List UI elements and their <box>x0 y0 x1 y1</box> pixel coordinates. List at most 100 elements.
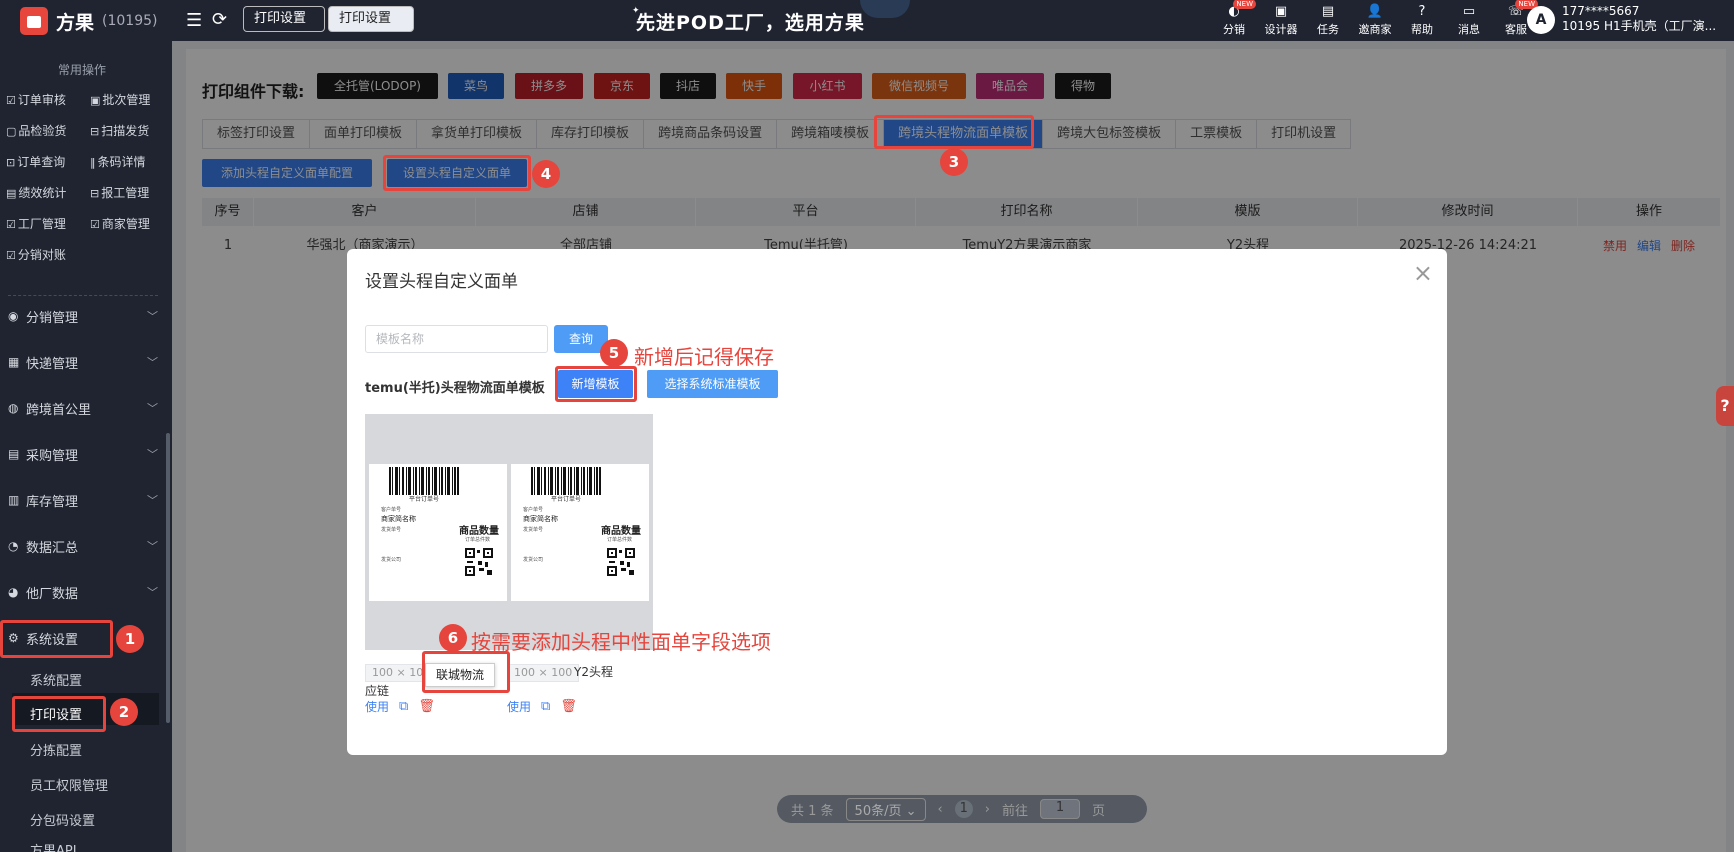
use-link[interactable]: 使用 <box>365 698 389 715</box>
top-icon-designer[interactable]: ▣ 设计器 <box>1263 2 1299 37</box>
template-card[interactable]: 平台订单号 客户单号 商家简名称 发货单号 商品数量 订单总件数 发货公司 <box>365 414 511 650</box>
task-icon: ▤ <box>1321 4 1335 19</box>
trash-icon[interactable]: 🗑 <box>560 699 577 714</box>
top-icon-invite[interactable]: 👤 邀商家 <box>1357 2 1393 37</box>
top-icon-message[interactable]: ▭ 消息 <box>1451 2 1487 37</box>
slogan: 先进POD工厂，选用方果 <box>636 12 865 34</box>
select-system-template-button[interactable]: 选择系统标准模板 <box>647 370 778 398</box>
inspect-icon: ▢ <box>6 125 17 138</box>
annotation-highlight-tooltip <box>422 651 510 693</box>
custom-waybill-modal: 设置头程自定义面单 × 查询 temu(半托)头程物流面单模板 新增模板 选择系… <box>347 249 1447 755</box>
qr-code-graphic <box>465 548 493 576</box>
quick-op-label: 条码详情 <box>97 155 146 169</box>
top-icon-help[interactable]: ? 帮助 <box>1404 2 1440 37</box>
annotation-step-4: 4 <box>532 160 560 188</box>
label-qty: 商品数量 <box>601 526 641 537</box>
sidebar-sub-api[interactable]: 方果API <box>30 840 77 852</box>
quick-op-order-query[interactable]: ⊡ 订单查询 <box>6 153 65 170</box>
menu-toggle-icon[interactable]: ☰ <box>186 10 202 31</box>
sidebar-menu-label: 采购管理 <box>26 448 79 464</box>
sidebar-menu-other-factory[interactable]: ◕ 他厂数据 ﹀ <box>8 575 158 609</box>
label-small-text: 发货公司 <box>381 557 402 563</box>
quick-op-barcode[interactable]: ‖ 条码详情 <box>90 153 146 170</box>
sidebar-sub-sorting[interactable]: 分拣配置 <box>30 740 82 759</box>
top-tab-print-settings[interactable]: 打印设置 <box>243 6 325 32</box>
chevron-down-icon: ⌄ <box>905 803 917 819</box>
brand-logo[interactable]: 方果 (10195) <box>20 7 157 35</box>
label-small-text: 发货单号 <box>381 527 402 533</box>
sidebar-sub-system-config[interactable]: 系统配置 <box>30 670 82 689</box>
pie-chart-icon: ◕ <box>8 585 19 599</box>
page-unit: 页 <box>1091 803 1105 819</box>
barcode-graphic <box>389 467 459 495</box>
card-name: 应链 <box>365 684 390 698</box>
quick-op-merchant[interactable]: ☑ 商家管理 <box>90 215 150 232</box>
chevron-down-icon: ﹀ <box>147 494 158 507</box>
template-card[interactable]: 平台订单号 客户单号 商家简名称 发货单号 商品数量 订单总件数 发货公司 <box>507 414 653 650</box>
sidebar-menu-label: 数据汇总 <box>26 540 79 556</box>
prev-page-icon[interactable]: ‹ <box>938 802 943 817</box>
annotation-step-3: 3 <box>940 148 968 176</box>
quick-op-report[interactable]: ⊟ 报工管理 <box>90 184 149 201</box>
next-page-icon[interactable]: › <box>985 802 990 817</box>
page-size-select[interactable]: 50条/页 ⌄ <box>845 797 926 821</box>
trash-icon[interactable]: 🗑 <box>418 699 435 714</box>
top-icon-bar: ◐ NEW 分销 ▣ 设计器 ▤ 任务 👤 邀商家 ? 帮助 ▭ 消息 ☏ NE… <box>1216 0 1538 37</box>
label-small-text: 发货公司 <box>523 557 544 563</box>
user-name: 10195 H1手机壳（工厂演... <box>1562 19 1717 33</box>
pie-chart-icon: ◔ <box>8 539 19 553</box>
annotation-step-1: 1 <box>116 625 144 653</box>
sidebar-menu-purchase[interactable]: ▤ 采购管理 ﹀ <box>8 437 158 471</box>
use-link[interactable]: 使用 <box>507 698 531 715</box>
top-bar: 方果 (10195) ☰ ⟳ 打印设置 打印设置 ✦ 先进POD工厂，选用方果 … <box>0 0 1734 41</box>
quick-op-scan-ship[interactable]: ⊟ 扫描发货 <box>90 122 149 139</box>
floating-help-icon[interactable]: ? <box>1716 386 1734 426</box>
goto-input[interactable]: 1 <box>1039 799 1080 819</box>
barcode-icon: ‖ <box>90 156 96 169</box>
label-small-text: 订单总件数 <box>607 537 633 543</box>
sidebar-menu-inventory[interactable]: ▥ 库存管理 ﹀ <box>8 483 158 517</box>
sidebar-menu-distribution[interactable]: ◉ 分销管理 ﹀ <box>8 299 158 333</box>
annotation-step-2: 2 <box>110 698 138 726</box>
sidebar-sub-package-code[interactable]: 分包码设置 <box>30 810 95 829</box>
scan-icon: ⊟ <box>90 125 100 138</box>
chevron-down-icon: ﹀ <box>147 540 158 553</box>
sidebar-menu-label: 他厂数据 <box>26 586 79 602</box>
sidebar-menu-express[interactable]: ▦ 快递管理 ﹀ <box>8 345 158 379</box>
merchant-icon: ☑ <box>90 218 100 231</box>
sidebar-menu-data-summary[interactable]: ◔ 数据汇总 ﹀ <box>8 529 158 563</box>
decorative-glow <box>860 0 910 18</box>
copy-icon[interactable]: ⧉ <box>541 699 550 714</box>
quick-op-factory[interactable]: ☑ 工厂管理 <box>6 215 66 232</box>
checkbox-icon: ☑ <box>6 94 16 107</box>
sidebar-sub-staff-permissions[interactable]: 员工权限管理 <box>30 775 108 794</box>
sidebar-section-title: 常用操作 <box>57 63 106 77</box>
chevron-down-icon: ﹀ <box>147 310 158 323</box>
refresh-icon[interactable]: ⟳ <box>212 9 227 30</box>
quick-op-performance[interactable]: ▤ 绩效统计 <box>6 184 66 201</box>
top-icon-label: 消息 <box>1458 23 1480 36</box>
quick-op-inspect[interactable]: ▢ 品检验货 <box>6 122 66 139</box>
card-actions: 使用 ⧉ 🗑 <box>507 698 577 715</box>
stats-icon: ▤ <box>6 187 17 200</box>
user-info[interactable]: 177****5667 10195 H1手机壳（工厂演... <box>1562 4 1732 34</box>
top-icon-task[interactable]: ▤ 任务 <box>1310 2 1346 37</box>
quick-op-order-review[interactable]: ☑ 订单审核 <box>6 91 66 108</box>
top-tab-print-settings-active[interactable]: 打印设置 <box>328 6 414 32</box>
template-name-input[interactable] <box>365 325 548 353</box>
avatar[interactable]: A <box>1527 6 1555 34</box>
label-preview: 平台订单号 客户单号 商家简名称 发货单号 商品数量 订单总件数 发货公司 <box>369 464 507 601</box>
brand-icon <box>20 7 48 35</box>
sidebar-scrollbar[interactable] <box>166 433 170 723</box>
label-shop-name: 商家简名称 <box>523 515 558 523</box>
label-qty: 商品数量 <box>459 526 499 537</box>
globe-icon: ◍ <box>8 401 19 415</box>
top-icon-share[interactable]: ◐ NEW 分销 <box>1216 0 1256 37</box>
quick-op-batch[interactable]: ▣ 批次管理 <box>90 91 150 108</box>
sidebar-menu-first-mile[interactable]: ◍ 跨境首公里 ﹀ <box>8 391 158 425</box>
page-number-current[interactable]: 1 <box>954 800 973 818</box>
quick-op-reconcile[interactable]: ☑ 分销对账 <box>6 246 66 263</box>
close-icon[interactable]: × <box>1413 259 1433 287</box>
copy-icon[interactable]: ⧉ <box>399 699 408 714</box>
distribution-icon: ◉ <box>8 309 19 323</box>
